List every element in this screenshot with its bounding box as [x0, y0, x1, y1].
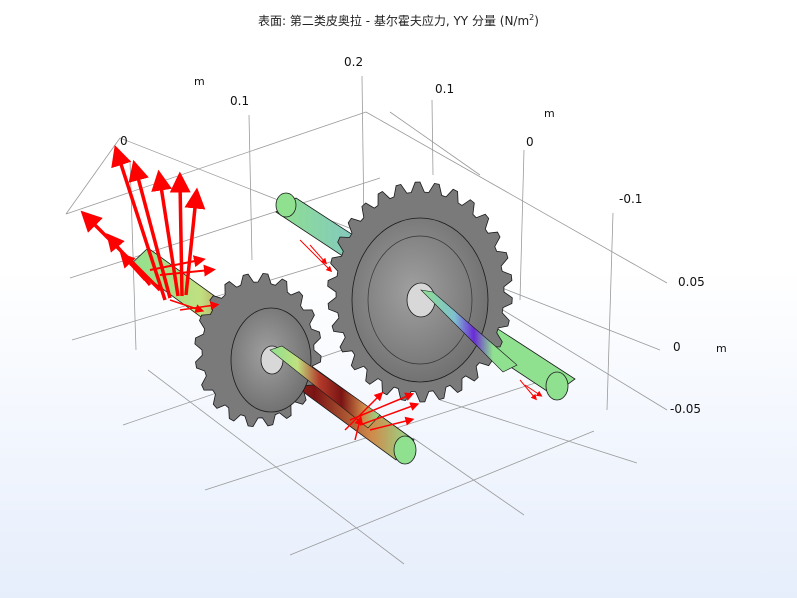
y-unit: m	[544, 107, 555, 120]
force-arrow	[111, 145, 167, 301]
z-tick-1: 0	[673, 340, 681, 354]
3d-scene[interactable]: m 0 0.1 0.2 0.1 m 0 -0.1 0.05 0 m -0.05	[0, 0, 797, 598]
z-tick-2: -0.05	[670, 402, 701, 416]
x-tick-1: 0.1	[230, 94, 249, 108]
x-tick-2: 0.2	[344, 55, 363, 69]
x-tick-0: 0	[120, 134, 128, 148]
z-tick-0: 0.05	[678, 275, 705, 289]
y-tick-2: -0.1	[619, 192, 642, 206]
y-tick-1: 0	[526, 135, 534, 149]
large-gear	[327, 181, 518, 403]
force-arrow	[309, 244, 327, 265]
force-arrow	[524, 384, 543, 397]
z-unit: m	[716, 342, 727, 355]
force-arrow	[169, 171, 191, 297]
x-unit: m	[194, 75, 205, 88]
force-arrow	[519, 379, 537, 401]
y-tick-0: 0.1	[435, 82, 454, 96]
